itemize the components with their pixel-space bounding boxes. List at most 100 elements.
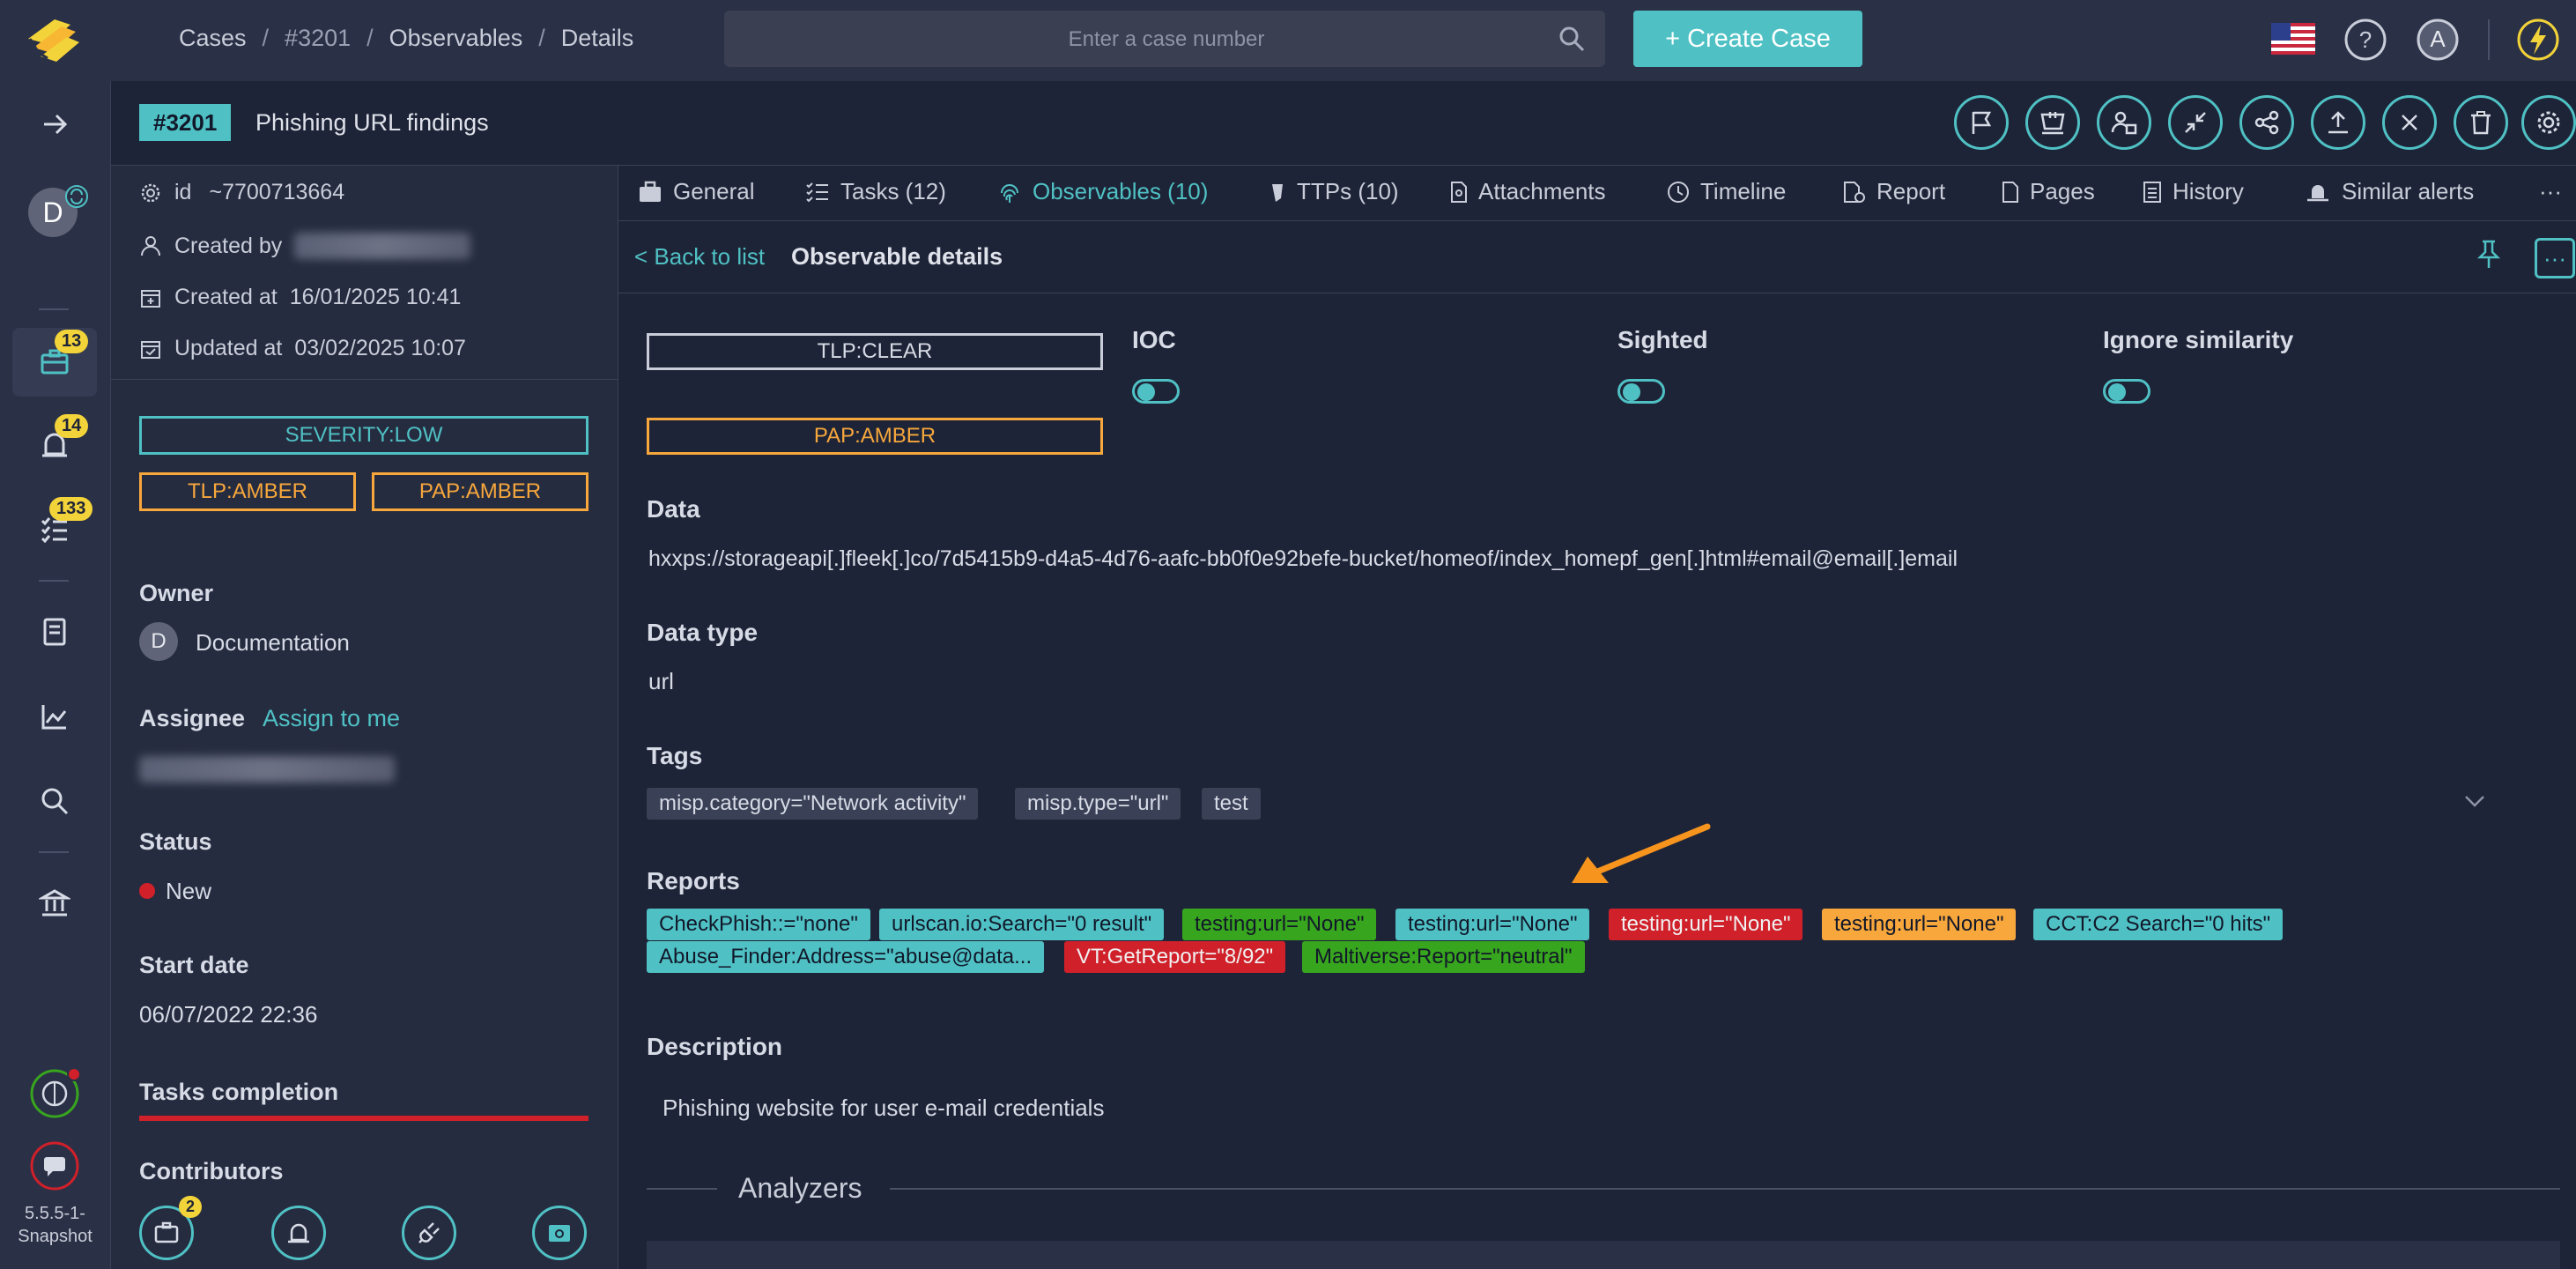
tab-attachments[interactable]: Attachments	[1450, 178, 1606, 205]
ignore-similarity-toggle[interactable]	[2103, 379, 2150, 404]
report-tag[interactable]: testing:url="None"	[1182, 909, 1377, 940]
pap-amber-tag[interactable]: PAP:AMBER	[647, 418, 1103, 455]
tab-label: Observables (10)	[1033, 178, 1209, 204]
data-label: Data	[647, 495, 700, 523]
report-tag[interactable]: testing:url="None"	[1609, 909, 1803, 940]
nav-cortex-status[interactable]	[12, 1059, 97, 1128]
tab-report[interactable]: Report	[1843, 178, 1945, 205]
more-actions-button[interactable]: ···	[2535, 238, 2575, 278]
switch-org-icon[interactable]	[65, 185, 88, 208]
collapse-button[interactable]	[2168, 95, 2223, 150]
created-at-value: 16/01/2025 10:41	[289, 285, 462, 309]
report-tag[interactable]: VT:GetReport="8/92"	[1064, 941, 1286, 973]
nav-alerts[interactable]: 14	[12, 411, 97, 479]
create-case-button[interactable]: + Create Case	[1633, 11, 1862, 67]
assign-to-me-link[interactable]: Assign to me	[263, 705, 400, 732]
tag-chip[interactable]: misp.type="url"	[1015, 788, 1181, 820]
close-case-button[interactable]	[2382, 95, 2437, 150]
nav-dashboards[interactable]	[12, 682, 97, 751]
tab-history[interactable]: History	[2143, 178, 2244, 205]
panel-divider	[111, 379, 618, 380]
back-to-list-link[interactable]: < Back to list	[634, 243, 765, 271]
fingerprint-icon	[1001, 183, 1018, 203]
page-icon	[2002, 181, 2018, 203]
report-tag[interactable]: testing:url="None"	[1822, 909, 2017, 940]
created-by-label: Created by	[174, 233, 283, 258]
delete-button[interactable]	[2454, 95, 2508, 150]
start-date-label: Start date	[139, 952, 249, 978]
tab-observables[interactable]: Observables (10)	[997, 178, 1208, 205]
nav-tasks[interactable]: 133	[12, 495, 97, 564]
tab-ttps[interactable]: TTPs (10)	[1269, 178, 1399, 205]
tab-pages[interactable]: Pages	[2002, 178, 2095, 205]
nav-search[interactable]	[12, 767, 97, 835]
thehive-logo-icon[interactable]	[21, 12, 88, 69]
bottom-integrations-button[interactable]	[402, 1206, 456, 1260]
analyzers-label: Analyzers	[738, 1172, 862, 1204]
reports-label: Reports	[647, 867, 740, 894]
report-tag[interactable]: testing:url="None"	[1395, 909, 1590, 940]
owner-name[interactable]: Documentation	[196, 629, 350, 657]
share-button[interactable]	[2239, 95, 2294, 150]
case-search-input[interactable]	[724, 11, 1609, 69]
tag-chip[interactable]: misp.category="Network activity"	[647, 788, 979, 820]
merge-button[interactable]	[2025, 95, 2080, 150]
breadcrumb-cases[interactable]: Cases	[179, 25, 247, 52]
assignee-label: Assignee	[139, 705, 246, 731]
bottom-cases-button[interactable]: 2	[139, 1196, 203, 1260]
sighted-toggle[interactable]	[1617, 379, 1665, 404]
ioc-toggle[interactable]	[1132, 379, 1180, 404]
breadcrumb-separator: /	[538, 25, 545, 51]
tlp-clear-tag[interactable]: TLP:CLEAR	[647, 333, 1103, 370]
arrow-annotation-icon	[1568, 821, 1713, 888]
report-tag[interactable]: CheckPhish::="none"	[647, 909, 870, 940]
user-icon	[141, 236, 160, 256]
us-flag-icon[interactable]	[2271, 23, 2315, 55]
data-type-label: Data type	[647, 619, 759, 646]
assign-user-button[interactable]	[2097, 95, 2151, 150]
tab-label: Similar alerts	[2342, 178, 2475, 204]
chat-icon	[30, 1141, 79, 1191]
ignore-similarity-label: Ignore similarity	[2103, 326, 2294, 353]
chevron-down-icon[interactable]	[2463, 793, 2486, 809]
breadcrumb-observables[interactable]: Observables	[389, 25, 523, 52]
report-tag[interactable]: CCT:C2 Search="0 hits"	[2033, 909, 2284, 940]
nav-knowledge[interactable]	[12, 597, 97, 666]
analyzers-divider	[890, 1188, 2560, 1190]
pap-tag[interactable]: PAP:AMBER	[372, 472, 588, 511]
report-tag[interactable]: Maltiverse:Report="neutral"	[1302, 941, 1585, 973]
contributors-label: Contributors	[139, 1158, 284, 1184]
id-label: id	[174, 180, 192, 204]
tab-tasks[interactable]: Tasks (12)	[805, 178, 946, 205]
flag-button[interactable]	[1954, 95, 2009, 150]
tlp-tag[interactable]: TLP:AMBER	[139, 472, 356, 511]
mask-icon	[1272, 183, 1283, 202]
task-list-icon	[806, 182, 828, 202]
bottom-alerts-button[interactable]	[271, 1206, 326, 1260]
nav-cases[interactable]: 13	[12, 328, 97, 397]
user-avatar[interactable]: A	[2416, 18, 2460, 62]
nav-chat[interactable]	[12, 1132, 97, 1200]
tab-similar-alerts[interactable]: Similar alerts	[2305, 178, 2474, 205]
export-button[interactable]	[2311, 95, 2365, 150]
nav-organisation[interactable]	[12, 869, 97, 938]
expand-nav-icon[interactable]	[12, 90, 97, 159]
report-tag[interactable]: urlscan.io:Search="0 result"	[879, 909, 1165, 940]
nav-user-avatar[interactable]: D	[12, 178, 97, 247]
report-tag[interactable]: Abuse_Finder:Address="abuse@data...	[647, 941, 1045, 973]
settings-button[interactable]	[2521, 95, 2576, 150]
bottom-settings-button[interactable]	[532, 1206, 587, 1260]
search-icon[interactable]	[1558, 25, 1586, 53]
help-icon[interactable]: ?	[2343, 18, 2387, 62]
tag-chip[interactable]: test	[1202, 788, 1261, 820]
breadcrumb-case-id[interactable]: #3201	[285, 25, 351, 52]
tabs-more-button[interactable]: ···	[2539, 178, 2562, 205]
lightning-icon[interactable]	[2516, 18, 2560, 62]
status-value[interactable]: New	[166, 878, 211, 905]
tab-general[interactable]: General	[638, 178, 755, 205]
breadcrumb-separator: /	[262, 25, 270, 51]
severity-tag[interactable]: SEVERITY:LOW	[139, 416, 588, 455]
tab-timeline[interactable]: Timeline	[1667, 178, 1786, 205]
pin-icon[interactable]	[2476, 238, 2502, 270]
history-icon	[2143, 181, 2161, 203]
